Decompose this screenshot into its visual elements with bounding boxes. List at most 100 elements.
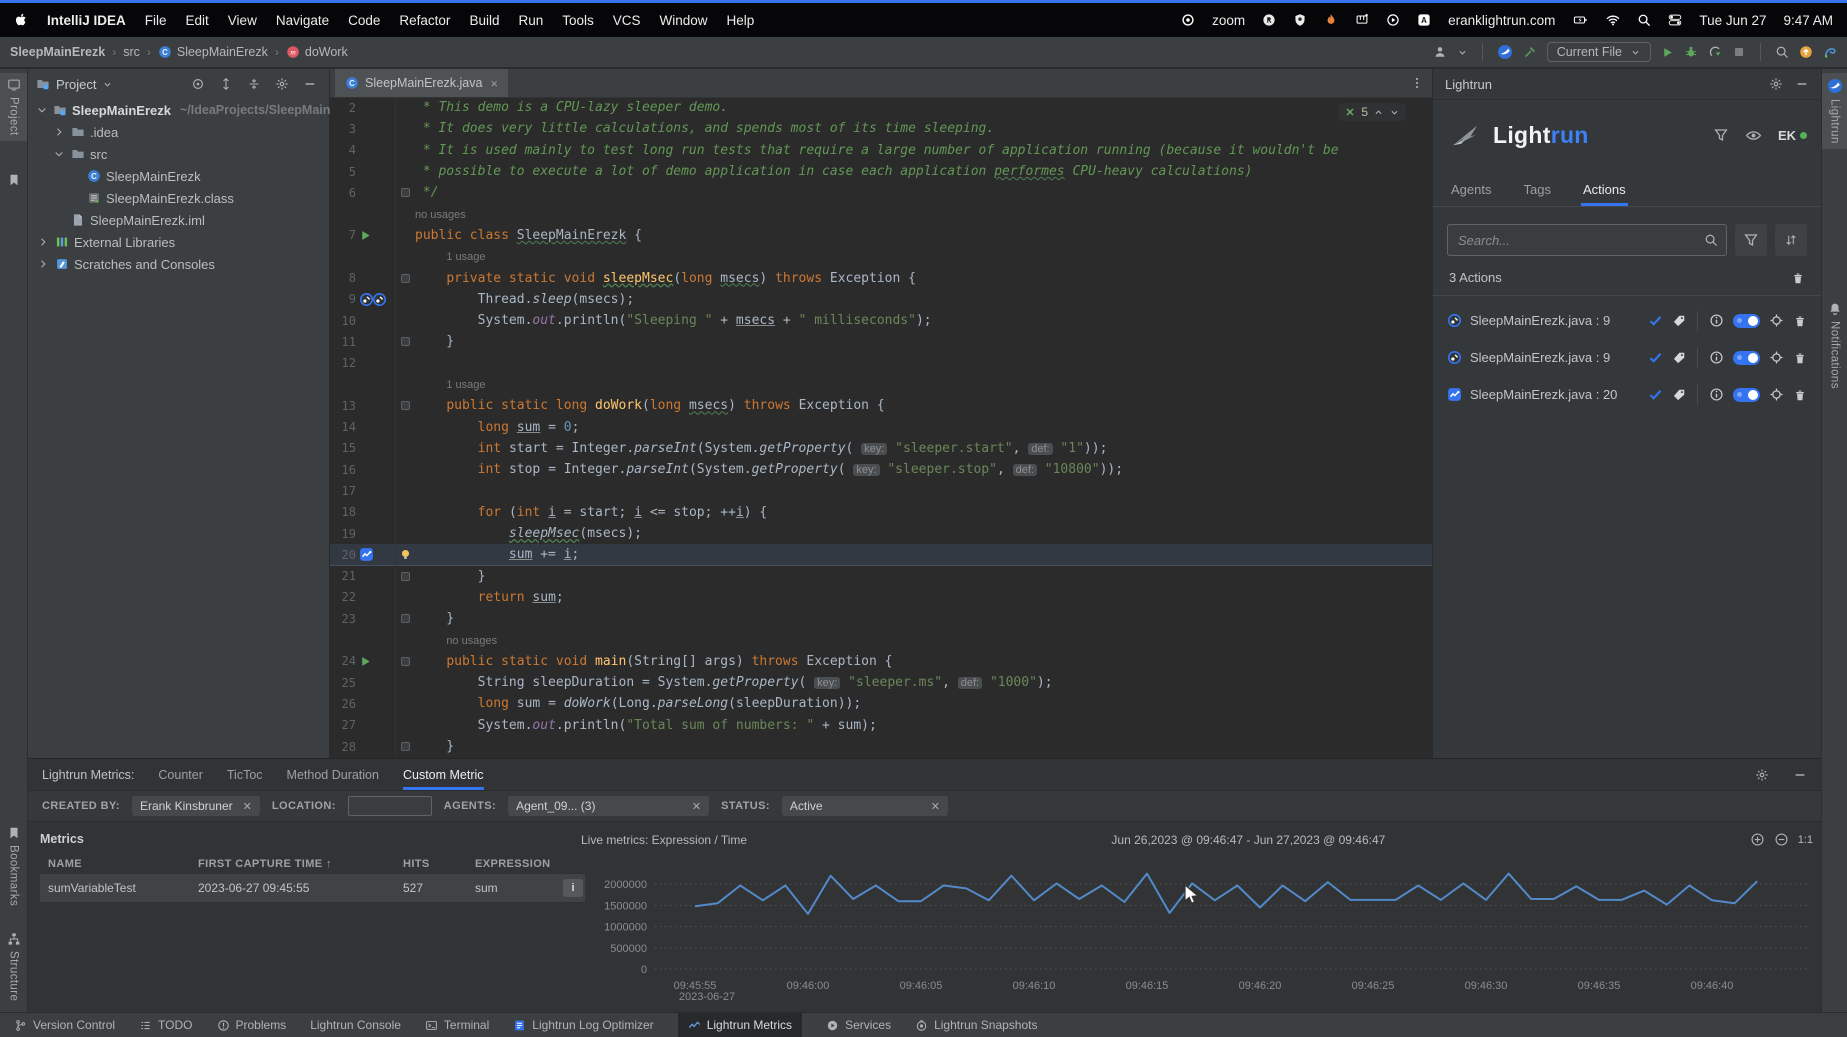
sidebar-tab-project[interactable]: Project <box>0 73 27 141</box>
code-line[interactable]: 15 int start = Integer.parseInt(System.g… <box>330 438 1432 459</box>
run-line-icon[interactable] <box>359 229 372 242</box>
menu-item-refactor[interactable]: Refactor <box>399 13 450 28</box>
info-icon[interactable] <box>1709 350 1724 365</box>
code-annotation-row[interactable]: no usages <box>330 203 1432 224</box>
action-list-item[interactable]: SleepMainErezk.java : 9 <box>1433 339 1821 376</box>
statusbar-item-lightrun-snapshots[interactable]: Lightrun Snapshots <box>915 1013 1037 1037</box>
tree-item-sleepmainerezk[interactable]: CSleepMainErezk <box>28 165 329 187</box>
menu-item-run[interactable]: Run <box>518 13 543 28</box>
tree-item-src[interactable]: src <box>28 143 329 165</box>
trash-icon[interactable] <box>1793 314 1807 328</box>
code-line[interactable]: 9 Thread.sleep(msecs); <box>330 289 1432 310</box>
tab-actions[interactable]: Actions <box>1581 176 1628 206</box>
trash-icon[interactable] <box>1793 351 1807 365</box>
tree-item-sleepmainerezk-iml[interactable]: SleepMainErezk.iml <box>28 209 329 231</box>
input-a-icon[interactable]: A <box>1417 13 1431 27</box>
fold-marker-icon[interactable] <box>401 572 410 581</box>
tree-chevron-icon[interactable] <box>52 126 66 138</box>
code-line[interactable]: 6 */ <box>330 182 1432 203</box>
table-header-first-capture-time[interactable]: FIRST CAPTURE TIME ↑ <box>198 858 403 870</box>
code-line[interactable]: 17 <box>330 480 1432 501</box>
usage-annotation[interactable]: 1 usage <box>415 251 485 263</box>
menubar-text[interactable]: eranklightrun.com <box>1448 13 1555 28</box>
code-line[interactable]: 5 * possible to execute a lot of demo ap… <box>330 161 1432 182</box>
hide-panel-icon[interactable] <box>1793 768 1807 782</box>
action-list-item[interactable]: SleepMainErezk.java : 20 <box>1433 376 1821 413</box>
action-toggle[interactable] <box>1733 351 1760 365</box>
menu-item-vcs[interactable]: VCS <box>613 13 641 28</box>
keys-icon[interactable] <box>1355 13 1369 27</box>
project-panel-title[interactable]: Project <box>56 77 96 92</box>
code-line[interactable]: 19 sleepMsec(msecs); <box>330 523 1432 544</box>
lightrun-metric-gutter-icon[interactable] <box>359 547 374 562</box>
gear-icon[interactable] <box>1755 768 1769 782</box>
tag-icon[interactable] <box>1672 351 1686 365</box>
action-toggle[interactable] <box>1733 388 1760 402</box>
action-toggle[interactable] <box>1733 314 1760 328</box>
statusbar-item-problems[interactable]: Problems <box>217 1013 287 1037</box>
code-line[interactable]: 12 <box>330 353 1432 374</box>
code-line[interactable]: 14 long sum = 0; <box>330 416 1432 437</box>
statusbar-item-lightrun-metrics[interactable]: Lightrun Metrics <box>678 1013 802 1037</box>
code-line[interactable]: 18 for (int i = start; i <= stop; ++i) { <box>330 502 1432 523</box>
table-row[interactable]: sumVariableTest2023-06-27 09:45:55527sum… <box>40 874 585 902</box>
gradle-icon[interactable] <box>1823 45 1837 59</box>
code-annotation-row[interactable]: no usages <box>330 629 1432 650</box>
action-list-item[interactable]: SleepMainErezk.java : 9 <box>1433 302 1821 339</box>
tree-item-sleepmainerezk-class[interactable]: 01SleepMainErezk.class <box>28 187 329 209</box>
user-initials-badge[interactable]: EK <box>1778 128 1807 143</box>
navigate-crosshair-icon[interactable] <box>1769 350 1784 365</box>
menu-item-tools[interactable]: Tools <box>562 13 594 28</box>
navigate-crosshair-icon[interactable] <box>1769 387 1784 402</box>
lightrun-snapshot-gutter-icon[interactable] <box>372 292 387 307</box>
filter-chip[interactable]: Agent_09... (3)✕ <box>508 796 709 816</box>
fold-marker-icon[interactable] <box>401 742 410 751</box>
code-annotation-row[interactable]: 1 usage <box>330 374 1432 395</box>
menubar-text[interactable]: Tue Jun 27 <box>1699 13 1766 28</box>
fold-marker-icon[interactable] <box>401 188 410 197</box>
statusbar-item-todo[interactable]: TODO <box>139 1013 192 1037</box>
spotlight-icon[interactable] <box>1637 13 1651 27</box>
code-line[interactable]: 7public class SleepMainErezk { <box>330 225 1432 246</box>
menu-item-navigate[interactable]: Navigate <box>276 13 329 28</box>
sidebar-tab-bookmarks[interactable]: Bookmarks <box>0 821 27 911</box>
build-hammer-icon[interactable] <box>1523 45 1537 59</box>
sidebar-tab-structure[interactable]: Structure <box>0 927 27 1006</box>
run-configuration-select[interactable]: Current File <box>1547 42 1651 62</box>
kebab-menu-icon[interactable] <box>1410 76 1424 90</box>
control-center-icon[interactable] <box>1668 13 1682 27</box>
location-filter-input[interactable] <box>348 796 432 816</box>
play-circle-icon[interactable] <box>1386 13 1400 27</box>
code-line[interactable]: 11 } <box>330 331 1432 352</box>
enabled-check-icon[interactable] <box>1648 350 1663 365</box>
app-name[interactable]: IntelliJ IDEA <box>47 13 126 28</box>
run-line-icon[interactable] <box>359 655 372 668</box>
usage-annotation[interactable]: no usages <box>415 635 497 647</box>
breadcrumb-item[interactable]: CSleepMainErezk <box>158 45 268 59</box>
keycast-icon[interactable] <box>1262 13 1276 27</box>
run-button[interactable] <box>1661 46 1674 59</box>
tree-item-scratches-and-consoles[interactable]: Scratches and Consoles <box>28 253 329 275</box>
code-line[interactable]: 16 int stop = Integer.parseInt(System.ge… <box>330 459 1432 480</box>
navigate-crosshair-icon[interactable] <box>1769 313 1784 328</box>
eye-icon[interactable] <box>1745 127 1762 144</box>
usage-annotation[interactable]: 1 usage <box>415 379 485 391</box>
update-icon[interactable] <box>1799 45 1813 59</box>
battery-icon[interactable] <box>1572 13 1589 27</box>
lightrun-plugin-icon[interactable] <box>1497 44 1513 60</box>
code-line[interactable]: 24 public static void main(String[] args… <box>330 651 1432 672</box>
menu-item-help[interactable]: Help <box>727 13 755 28</box>
table-header-expression[interactable]: EXPRESSION <box>475 858 593 870</box>
menu-item-window[interactable]: Window <box>660 13 708 28</box>
code-line[interactable]: 8 private static void sleepMsec(long mse… <box>330 267 1432 288</box>
info-icon[interactable] <box>1709 387 1724 402</box>
profiler-button[interactable] <box>1708 45 1722 59</box>
menu-item-code[interactable]: Code <box>348 13 380 28</box>
trash-icon[interactable] <box>1791 271 1805 285</box>
statusbar-item-services[interactable]: Services <box>826 1013 891 1037</box>
enabled-check-icon[interactable] <box>1648 313 1663 328</box>
tab-agents[interactable]: Agents <box>1449 176 1493 206</box>
table-header-name[interactable]: NAME <box>48 858 198 870</box>
editor-tab[interactable]: C SleepMainErezk.java × <box>335 69 508 97</box>
menu-item-build[interactable]: Build <box>469 13 499 28</box>
